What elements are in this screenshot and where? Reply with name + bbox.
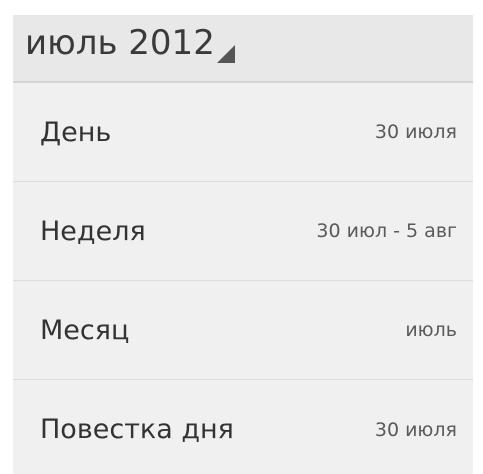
view-options-list: День 30 июля Неделя 30 июл - 5 авг Месяц… (13, 83, 473, 474)
view-option-day[interactable]: День 30 июля (13, 83, 473, 182)
month-title: июль 2012 (25, 23, 215, 63)
view-option-agenda[interactable]: Повестка дня 30 июля (13, 380, 473, 474)
view-option-label: Повестка дня (40, 414, 234, 445)
month-selector[interactable]: июль 2012 (25, 21, 235, 65)
view-option-date: 30 июля (374, 418, 457, 441)
view-option-date: 30 июля (374, 121, 457, 143)
view-option-month[interactable]: Месяц июль (13, 281, 473, 380)
view-option-label: Месяц (40, 314, 130, 346)
view-option-label: День (40, 116, 112, 148)
view-option-date: 30 июл - 5 авг (316, 220, 457, 242)
dropdown-indicator-icon (216, 45, 235, 63)
action-bar: июль 2012 (13, 15, 473, 83)
calendar-view-menu: июль 2012 День 30 июля Неделя 30 июл - 5… (13, 15, 473, 474)
view-option-date: июль (405, 319, 457, 341)
view-option-label: Неделя (40, 215, 146, 247)
view-option-week[interactable]: Неделя 30 июл - 5 авг (13, 182, 473, 281)
